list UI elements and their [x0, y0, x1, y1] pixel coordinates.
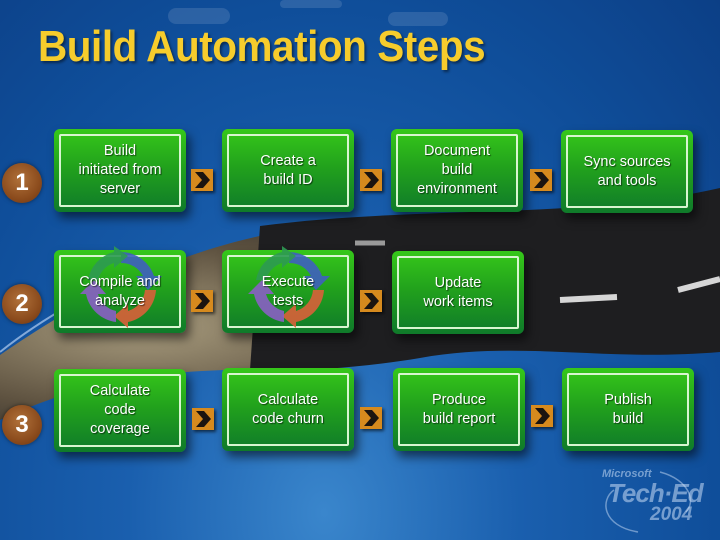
chevron-right-sign-icon [191, 169, 213, 191]
step-label: Compile and analyze [79, 273, 161, 309]
step-publish-build: Publish build [562, 368, 694, 451]
step-label: Document build environment [417, 143, 497, 197]
step-calculate-code-coverage: Calculate code coverage [54, 369, 186, 452]
step-label: Update work items [423, 274, 493, 310]
logo-year: 2004 [650, 504, 693, 525]
road-dash [559, 294, 618, 303]
chevron-right-sign-icon [360, 290, 382, 312]
step-label: Produce build report [422, 391, 496, 427]
step-sync-sources: Sync sources and tools [561, 130, 693, 213]
step-execute-tests: Execute tests [222, 246, 354, 333]
chevron-right-sign-icon [530, 169, 552, 191]
page-title: Build Automation Steps [38, 22, 486, 71]
chevron-right-sign-icon [360, 169, 382, 191]
step-label: Build initiated from server [78, 143, 162, 197]
chevron-right-sign-icon [360, 407, 382, 429]
row-number-badge: 3 [2, 405, 42, 445]
chevron-right-sign-icon [192, 408, 214, 430]
step-produce-build-report: Produce build report [393, 368, 525, 451]
step-label: Sync sources and tools [583, 153, 671, 189]
step-label: Publish build [604, 391, 652, 427]
chevron-right-sign-icon [191, 290, 213, 312]
step-calculate-code-churn: Calculate code churn [222, 368, 354, 451]
step-update-work-items: Update work items [392, 251, 524, 334]
step-label: Create a build ID [260, 152, 316, 188]
step-document-build-environment: Document build environment [391, 129, 523, 212]
step-compile-analyze: Compile and analyze [54, 246, 186, 333]
row-number-badge: 2 [2, 284, 42, 324]
step-create-build-id: Create a build ID [222, 129, 354, 212]
step-build-initiated: Build initiated from server [54, 129, 186, 212]
row-number-badge: 1 [2, 163, 42, 203]
step-label: Calculate code coverage [89, 383, 151, 437]
step-label: Calculate code churn [252, 391, 324, 427]
chevron-right-sign-icon [531, 405, 553, 427]
step-label: Execute tests [261, 273, 315, 309]
